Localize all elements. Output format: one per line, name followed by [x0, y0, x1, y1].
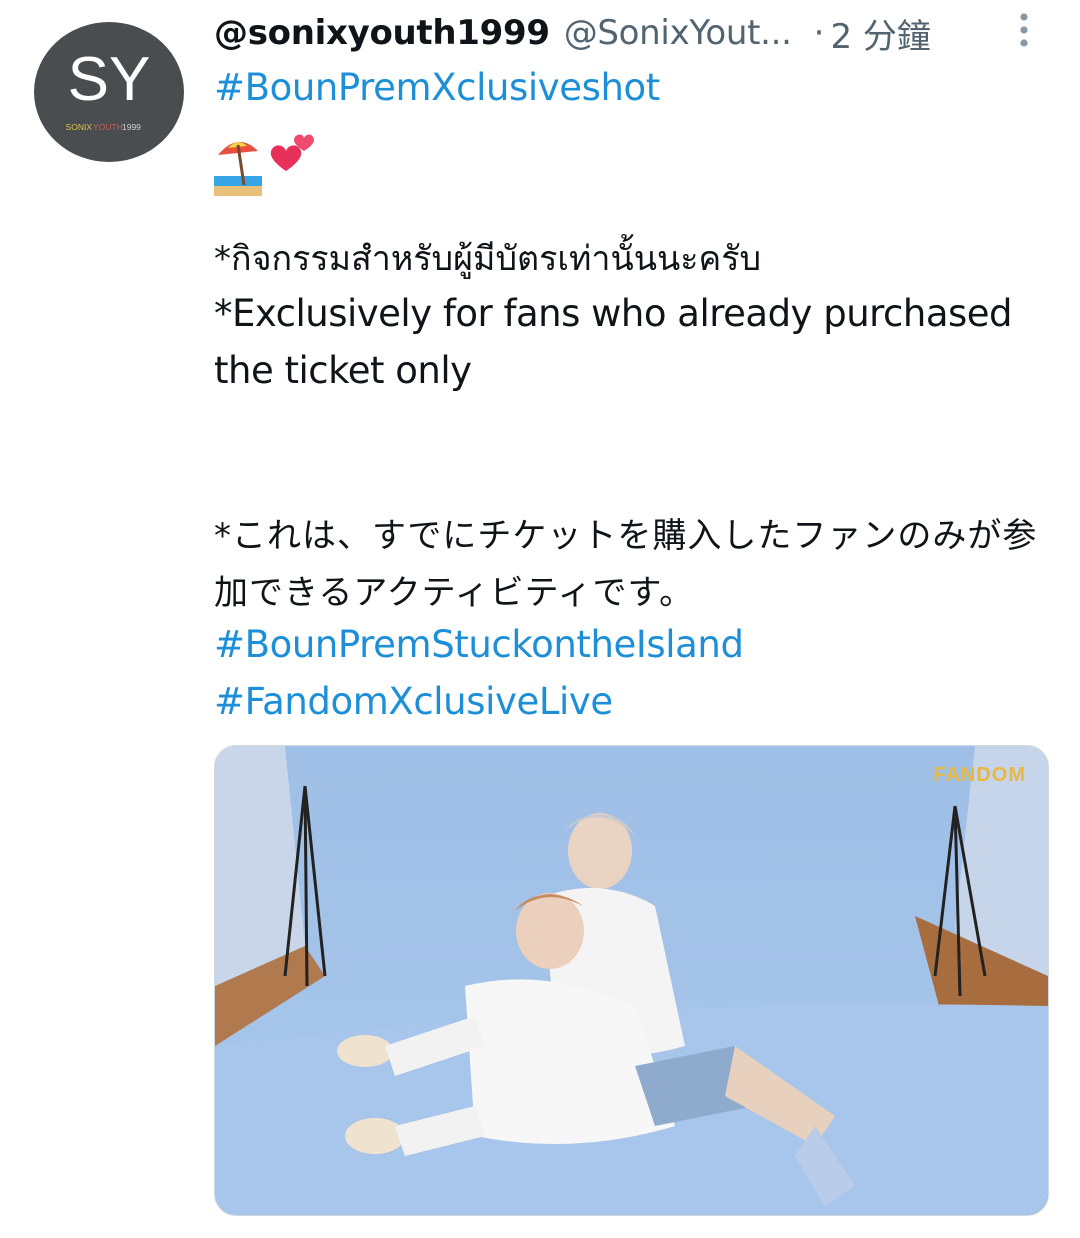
emoji-row — [214, 115, 1064, 196]
hashtag-link[interactable]: #BounPremXclusiveshot — [214, 60, 1064, 115]
separator-dot: · — [813, 13, 825, 53]
avatar-caption-left: SONIX — [66, 122, 93, 132]
avatar-caption-mid: YOUTH — [93, 122, 123, 132]
avatar-monogram: SY — [68, 45, 151, 114]
japanese-note: *これは、すでにチケットを購入したファンのみが参加できるアクティビティです。 — [214, 516, 1038, 613]
display-name[interactable]: @sonixyouth1999 — [214, 13, 550, 53]
beach-umbrella-icon — [214, 141, 262, 196]
user-handle[interactable]: @SonixYout... — [564, 13, 792, 53]
tweet-media-image[interactable]: FANDOM — [214, 745, 1049, 1216]
hashtag-link[interactable]: #FandomXclusiveLive — [214, 673, 744, 730]
tweet-header: @sonixyouth1999 @SonixYout... · 2 分鐘 — [214, 8, 1064, 58]
tweet-body: #BounPremXclusiveshot *กิจกรรมสำหรับผู้ม… — [214, 60, 1064, 723]
english-note: *Exclusively for fans who already purcha… — [214, 292, 1013, 392]
media-watermark: FANDOM — [933, 764, 1026, 786]
more-options-icon[interactable] — [1010, 9, 1038, 51]
two-hearts-icon — [270, 134, 314, 171]
tweet-timestamp[interactable]: 2 分鐘 — [830, 9, 930, 58]
hashtag-list: #BounPremStuckontheIsland #FandomXclusiv… — [214, 616, 744, 730]
profile-avatar[interactable]: SY SONIX YOUTH 1999 — [34, 22, 184, 162]
hashtag-link[interactable]: #BounPremStuckontheIsland — [214, 616, 744, 673]
avatar-caption-right: 1999 — [122, 122, 141, 132]
photo-illustration — [215, 746, 1048, 1215]
thai-note: *กิจกรรมสำหรับผู้มีบัตรเท่านั้นนะครับ — [214, 239, 762, 279]
